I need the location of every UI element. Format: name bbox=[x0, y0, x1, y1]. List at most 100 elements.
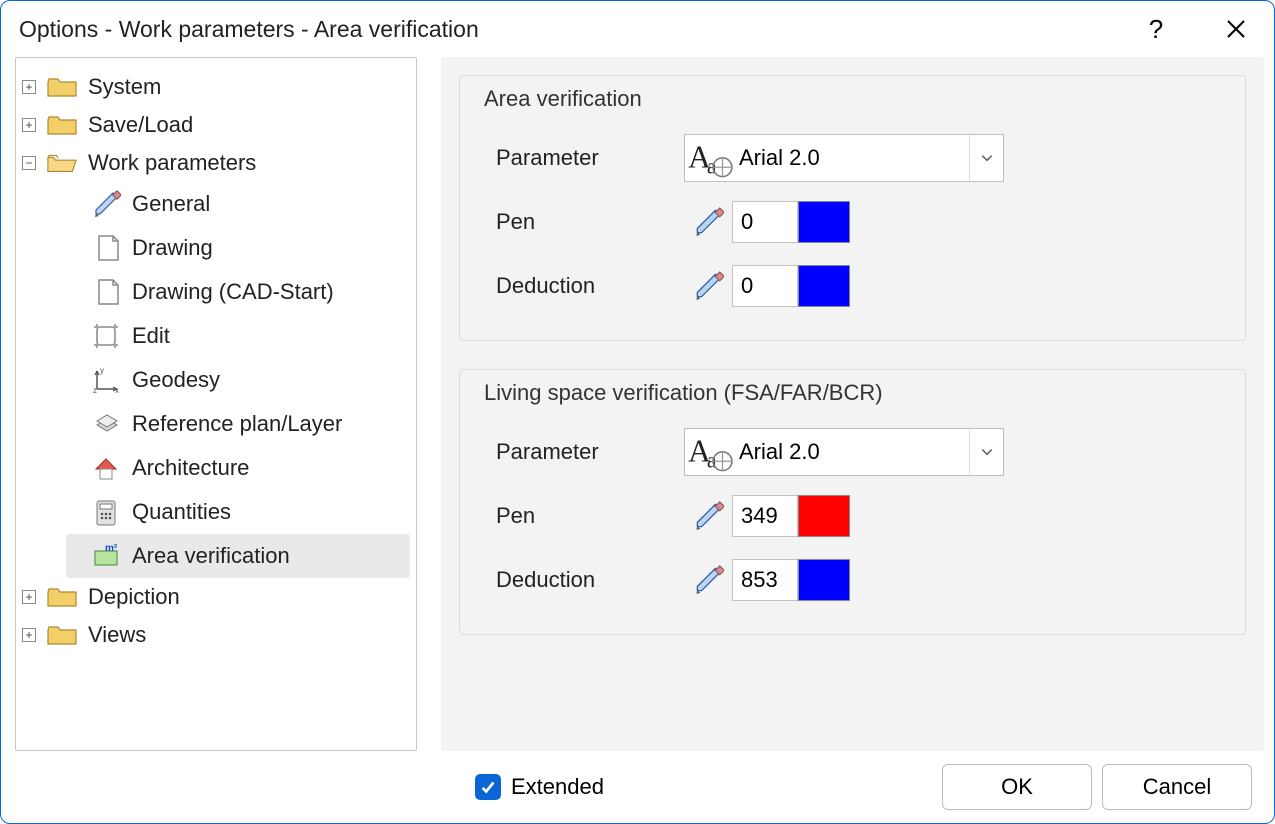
folder-icon bbox=[46, 622, 78, 648]
chevron-down-icon bbox=[979, 445, 995, 459]
file-icon bbox=[90, 276, 122, 308]
extended-label: Extended bbox=[511, 774, 604, 800]
dropdown-button[interactable] bbox=[969, 135, 1003, 181]
tree-node-quantities[interactable]: Quantities bbox=[66, 490, 410, 534]
tree-label: Reference plan/Layer bbox=[132, 411, 342, 437]
tree-node-drawing-cad-start[interactable]: Drawing (CAD-Start) bbox=[66, 270, 410, 314]
help-button[interactable]: ? bbox=[1136, 9, 1176, 49]
folder-icon bbox=[46, 584, 78, 610]
chevron-down-icon bbox=[979, 151, 995, 165]
tree-label: Geodesy bbox=[132, 367, 220, 393]
tree-label: Views bbox=[88, 622, 146, 648]
pen-color-swatch[interactable] bbox=[798, 201, 850, 243]
tree-node-architecture[interactable]: Architecture bbox=[66, 446, 410, 490]
checkbox-box bbox=[475, 774, 501, 800]
pen-picker-button[interactable] bbox=[684, 495, 732, 537]
tree-label: Edit bbox=[132, 323, 170, 349]
ok-button[interactable]: OK bbox=[942, 764, 1092, 810]
expand-toggle[interactable]: + bbox=[22, 118, 36, 132]
dropdown-button[interactable] bbox=[969, 429, 1003, 475]
dialog-footer: Extended OK Cancel bbox=[1, 751, 1274, 823]
tree-node-reference-plan-layer[interactable]: Reference plan/Layer bbox=[66, 402, 410, 446]
pen-picker-button[interactable] bbox=[684, 201, 732, 243]
tree-node-geodesy[interactable]: Geodesy bbox=[66, 358, 410, 402]
axes-icon bbox=[90, 364, 122, 396]
tree-node-work-parameters[interactable]: − Work parameters bbox=[22, 144, 410, 182]
tree-node-depiction[interactable]: + Depiction bbox=[22, 578, 410, 616]
options-tree[interactable]: + System + Save/Load − bbox=[15, 57, 417, 751]
house-icon bbox=[90, 452, 122, 484]
deduction-row: Deduction bbox=[484, 254, 1225, 318]
tree-node-save-load[interactable]: + Save/Load bbox=[22, 106, 410, 144]
tree-label: General bbox=[132, 191, 210, 217]
pen-row: Pen bbox=[484, 190, 1225, 254]
check-icon bbox=[479, 778, 497, 796]
area-m2-icon bbox=[90, 540, 122, 572]
cancel-button[interactable]: Cancel bbox=[1102, 764, 1252, 810]
area-verification-group: Area verification Parameter Arial 2.0 Pe… bbox=[459, 75, 1246, 341]
parameter-label: Parameter bbox=[484, 145, 684, 171]
options-dialog: Options - Work parameters - Area verific… bbox=[0, 0, 1275, 824]
close-button[interactable] bbox=[1216, 9, 1256, 49]
pen-label: Pen bbox=[484, 503, 684, 529]
tree-node-edit[interactable]: Edit bbox=[66, 314, 410, 358]
pen-number-input[interactable] bbox=[732, 201, 798, 243]
tree-label: Drawing bbox=[132, 235, 213, 261]
dialog-title: Options - Work parameters - Area verific… bbox=[19, 16, 1136, 43]
deduction-number-input[interactable] bbox=[732, 559, 798, 601]
folder-icon bbox=[46, 112, 78, 138]
pencil-icon bbox=[692, 564, 724, 596]
deduction-label: Deduction bbox=[484, 273, 684, 299]
deduction-picker-button[interactable] bbox=[684, 265, 732, 307]
deduction-picker-button[interactable] bbox=[684, 559, 732, 601]
pencil-icon bbox=[90, 188, 122, 220]
pencil-icon bbox=[692, 270, 724, 302]
tree-label: System bbox=[88, 74, 161, 100]
pen-label: Pen bbox=[484, 209, 684, 235]
parameter-font-combo[interactable]: Arial 2.0 bbox=[684, 428, 1004, 476]
pen-number-input[interactable] bbox=[732, 495, 798, 537]
pencil-icon bbox=[692, 500, 724, 532]
folder-icon bbox=[46, 74, 78, 100]
group-legend: Area verification bbox=[484, 86, 1225, 112]
parameter-font-value: Arial 2.0 bbox=[735, 439, 969, 465]
tree-node-system[interactable]: + System bbox=[22, 68, 410, 106]
deduction-number-input[interactable] bbox=[732, 265, 798, 307]
calculator-icon bbox=[90, 496, 122, 528]
settings-panel: Area verification Parameter Arial 2.0 Pe… bbox=[441, 57, 1264, 751]
font-icon bbox=[685, 135, 735, 181]
tree-label: Quantities bbox=[132, 499, 231, 525]
group-legend: Living space verification (FSA/FAR/BCR) bbox=[484, 380, 1225, 406]
expand-toggle[interactable]: + bbox=[22, 80, 36, 94]
tree-label: Architecture bbox=[132, 455, 249, 481]
tree-label: Drawing (CAD-Start) bbox=[132, 279, 334, 305]
tree-node-drawing[interactable]: Drawing bbox=[66, 226, 410, 270]
deduction-color-swatch[interactable] bbox=[798, 265, 850, 307]
parameter-row: Parameter Arial 2.0 bbox=[484, 420, 1225, 484]
collapse-toggle[interactable]: − bbox=[22, 156, 36, 170]
expand-toggle[interactable]: + bbox=[22, 590, 36, 604]
tree-label: Save/Load bbox=[88, 112, 193, 138]
tree-node-general[interactable]: General bbox=[66, 182, 410, 226]
pen-color-swatch[interactable] bbox=[798, 495, 850, 537]
expand-toggle[interactable]: + bbox=[22, 628, 36, 642]
deduction-row: Deduction bbox=[484, 548, 1225, 612]
parameter-label: Parameter bbox=[484, 439, 684, 465]
deduction-label: Deduction bbox=[484, 567, 684, 593]
selection-icon bbox=[90, 320, 122, 352]
close-icon bbox=[1226, 19, 1246, 39]
parameter-font-value: Arial 2.0 bbox=[735, 145, 969, 171]
parameter-font-combo[interactable]: Arial 2.0 bbox=[684, 134, 1004, 182]
tree-label: Area verification bbox=[132, 543, 290, 569]
living-space-group: Living space verification (FSA/FAR/BCR) … bbox=[459, 369, 1246, 635]
font-icon bbox=[685, 429, 735, 475]
layers-icon bbox=[90, 408, 122, 440]
tree-label: Depiction bbox=[88, 584, 180, 610]
extended-checkbox[interactable]: Extended bbox=[475, 774, 604, 800]
tree-node-views[interactable]: + Views bbox=[22, 616, 410, 654]
tree-node-area-verification[interactable]: Area verification bbox=[66, 534, 410, 578]
titlebar: Options - Work parameters - Area verific… bbox=[1, 1, 1274, 57]
deduction-color-swatch[interactable] bbox=[798, 559, 850, 601]
parameter-row: Parameter Arial 2.0 bbox=[484, 126, 1225, 190]
file-icon bbox=[90, 232, 122, 264]
